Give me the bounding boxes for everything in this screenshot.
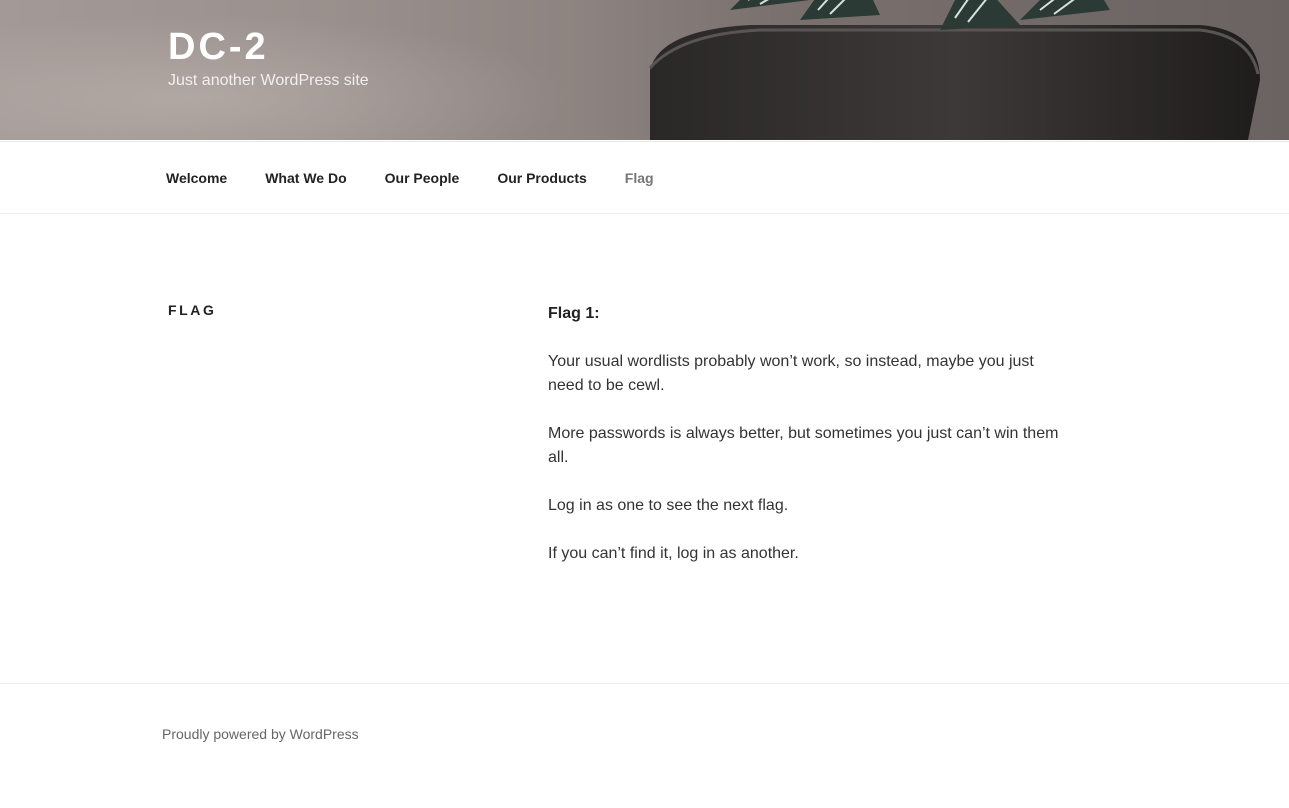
- content-paragraph: If you can’t find it, log in as another.: [548, 545, 799, 562]
- flag-heading: Flag 1:: [548, 305, 600, 322]
- nav-item-flag[interactable]: Flag: [625, 170, 654, 186]
- nav-item-our-products[interactable]: Our Products: [497, 170, 586, 186]
- header-image-plant-pot: [648, 0, 1260, 140]
- nav-item-what-we-do[interactable]: What We Do: [265, 170, 346, 186]
- nav-item-our-people[interactable]: Our People: [385, 170, 460, 186]
- powered-by-link[interactable]: Proudly powered by WordPress: [162, 726, 359, 742]
- nav-menu: Welcome What We Do Our People Our Produc…: [166, 170, 692, 186]
- site-title[interactable]: DC-2: [168, 26, 269, 69]
- content-paragraph: Your usual wordlists probably won’t work…: [548, 353, 1034, 394]
- header-background: [0, 0, 640, 140]
- site-footer: Proudly powered by WordPress: [0, 683, 1289, 808]
- page-title: FLAG: [168, 302, 217, 318]
- main-navigation: Welcome What We Do Our People Our Produc…: [0, 141, 1289, 214]
- content-paragraph: More passwords is always better, but som…: [548, 425, 1059, 466]
- nav-item-welcome[interactable]: Welcome: [166, 170, 227, 186]
- page-content: Flag 1: Your usual wordlists probably wo…: [548, 302, 1068, 590]
- site-description: Just another WordPress site: [168, 72, 369, 89]
- site-header: DC-2 Just another WordPress site: [0, 0, 1289, 140]
- content-paragraph: Log in as one to see the next flag.: [548, 497, 789, 514]
